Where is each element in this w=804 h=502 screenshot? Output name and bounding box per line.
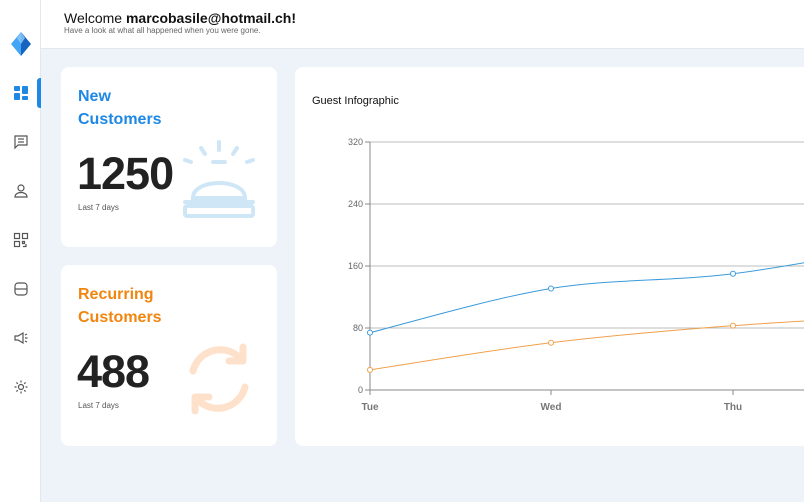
sidebar-item-qr[interactable]	[0, 223, 41, 257]
sidebar	[0, 0, 41, 502]
series-1-point	[730, 270, 736, 277]
x-tick-label: Thu	[724, 402, 742, 413]
y-tick-label: 320	[348, 137, 363, 147]
refresh-icon	[189, 343, 249, 415]
sidebar-item-profile[interactable]	[0, 174, 41, 208]
top-header: Welcome marcobasile@hotmail.ch! Have a l…	[41, 0, 804, 49]
guest-line-chart: 0 80 160 240 320 Tue Wed Thu	[348, 137, 804, 413]
user-icon	[13, 184, 28, 198]
guest-infographic-card: Guest Infographic 0 80 160 240 320 Tue Wed Thu	[295, 67, 804, 446]
recurring-customers-title: Recurring Customers	[78, 286, 162, 326]
user-email: marcobasile@hotmail.ch!	[125, 10, 297, 26]
y-tick-label: 80	[353, 323, 363, 333]
app-logo[interactable]	[11, 32, 31, 56]
welcome-message: Welcome marcobasile@hotmail.ch!	[64, 10, 296, 26]
chat-icon	[13, 135, 28, 150]
megaphone-icon	[13, 331, 27, 345]
sidebar-item-database[interactable]	[0, 272, 41, 306]
sidebar-item-campaigns[interactable]	[0, 321, 41, 355]
dashboard-icon	[13, 86, 28, 100]
welcome-subtitle: Have a look at what all happened when yo…	[64, 26, 261, 35]
recurring-customers-value: 488	[77, 346, 150, 397]
series-2-point	[730, 322, 736, 329]
series-2-point	[548, 339, 554, 346]
sidebar-item-settings[interactable]	[0, 370, 41, 404]
sidebar-item-messages[interactable]	[0, 125, 41, 159]
welcome-prefix: Welcome	[64, 10, 126, 26]
series-line-2	[369, 320, 804, 371]
qr-code-icon	[13, 232, 28, 248]
new-customers-card: New Customers 1250 Last 7 days	[61, 67, 277, 247]
y-tick-label: 0	[358, 385, 363, 395]
y-tick-label: 160	[348, 261, 363, 271]
y-tick-label: 240	[348, 199, 363, 209]
new-customers-title: New Customers	[78, 88, 162, 128]
database-icon	[13, 282, 28, 296]
recurring-customers-card: Recurring Customers 488 Last 7 days	[61, 265, 277, 446]
series-1-point	[367, 329, 373, 336]
recurring-customers-period: Last 7 days	[78, 401, 119, 410]
new-customers-period: Last 7 days	[78, 203, 119, 212]
x-tick-label: Tue	[361, 402, 378, 413]
series-2-point	[367, 366, 373, 373]
x-tick-label: Wed	[541, 402, 562, 413]
series-1-point	[548, 285, 554, 292]
new-customers-value: 1250	[77, 148, 174, 199]
sidebar-item-dashboard[interactable]	[0, 76, 41, 110]
service-bell-icon	[183, 140, 255, 218]
gear-icon	[14, 380, 27, 394]
series-line-1	[369, 262, 804, 334]
